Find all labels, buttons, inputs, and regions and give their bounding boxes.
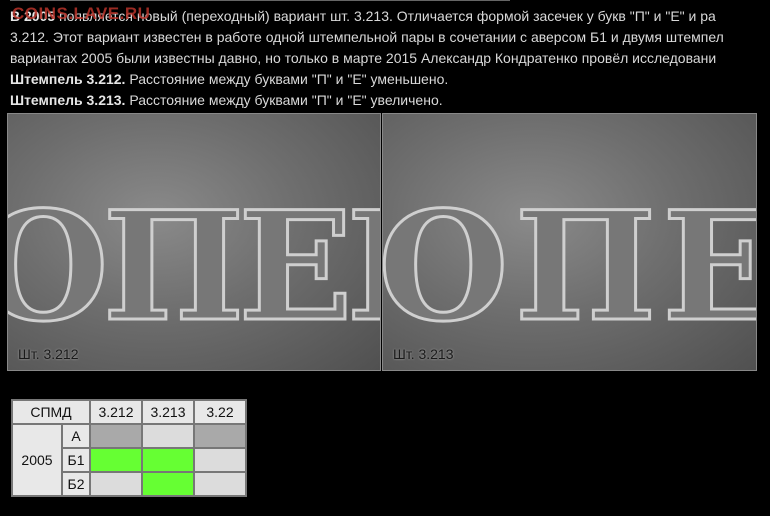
table-cell: [141, 423, 195, 449]
coin-letters-image-3212: ОПЕЙ: [8, 168, 380, 357]
photo-label-3213: Шт. 3.213: [393, 346, 454, 362]
coin-photo-3212: ОПЕЙ Шт. 3.212: [7, 113, 381, 371]
column-3213: 3.213: [141, 399, 195, 425]
table-row: 2005 А: [11, 423, 247, 497]
coin-letters-3212: ОПЕЙ: [8, 169, 380, 355]
stamp-3212-title: Штемпель 3.212.: [10, 71, 126, 87]
table-header-label: СПМД: [11, 399, 91, 425]
stamp-pair-table: СПМД 3.212 3.213 3.22 2005 А Б1 Б2: [11, 399, 247, 497]
stamp-3212-desc: Расстояние между буквами "П" и "Е" умень…: [125, 71, 449, 87]
stamp-3213-line: Штемпель 3.213. Расстояние между буквами…: [10, 90, 770, 111]
intro-line-3: вариантах 2005 были известны давно, но т…: [10, 50, 717, 66]
table-cell: [193, 447, 247, 473]
top-divider: [10, 0, 510, 1]
photo-label-3212: Шт. 3.212: [18, 346, 79, 362]
year-cell: 2005: [11, 423, 63, 497]
table-cell: [141, 447, 195, 473]
table-cell: [89, 447, 143, 473]
intro-line-1-text: появляется новый (переходный) вариант шт…: [55, 8, 716, 24]
table-cell: [141, 471, 195, 497]
stamp-3212-line: Штемпель 3.212. Расстояние между буквами…: [10, 69, 770, 90]
watermark-logo: COINS.LAVE.RU: [12, 4, 151, 23]
column-3212: 3.212: [89, 399, 143, 425]
intro-line-2: 3.212. Этот вариант известен в работе од…: [10, 29, 724, 45]
table-cell: [89, 423, 143, 449]
coin-letters-image-3213: ОПЕЙ: [383, 168, 756, 357]
coin-photo-3213: ОПЕЙ Шт. 3.213: [382, 113, 757, 371]
table-cell: [193, 423, 247, 449]
table-cell: [193, 471, 247, 497]
row-label-a: А: [61, 423, 91, 449]
coin-letters-3213: ОПЕЙ: [383, 169, 756, 355]
table-header-row: СПМД 3.212 3.213 3.22: [11, 399, 247, 425]
stamp-3213-title: Штемпель 3.213.: [10, 92, 126, 108]
table-cell: [89, 471, 143, 497]
row-label-b1: Б1: [61, 447, 91, 473]
stamp-3213-desc: Расстояние между буквами "П" и "Е" увели…: [125, 92, 443, 108]
column-322: 3.22: [193, 399, 247, 425]
row-label-b2: Б2: [61, 471, 91, 497]
